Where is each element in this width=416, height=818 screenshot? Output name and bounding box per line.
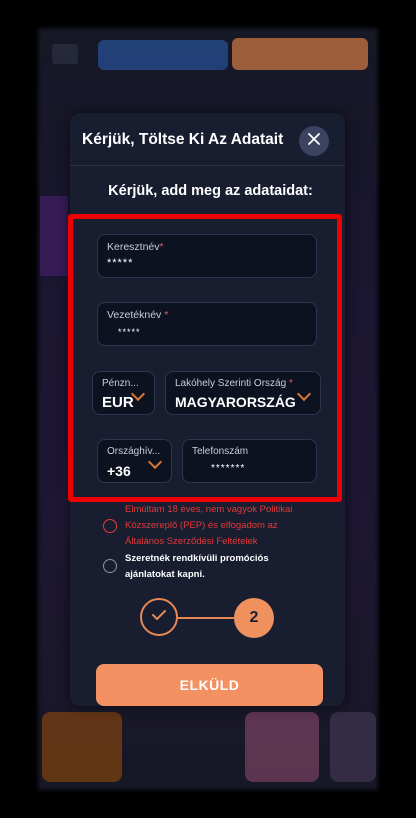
background-game-tile xyxy=(330,712,376,782)
close-button[interactable] xyxy=(299,126,329,156)
promo-consent-text: Szeretnék rendkívüli promóciós ajánlatok… xyxy=(125,553,269,580)
terms-consent-text: Elmúltam 18 éves, nem vagyok Politikai K… xyxy=(125,504,293,547)
modal-header: Kérjük, Töltse Ki Az Adatait xyxy=(70,113,345,166)
background-register-button xyxy=(232,38,368,70)
submit-button-label: ELKÜLD xyxy=(179,677,240,693)
validation-highlight-frame xyxy=(68,214,342,502)
step-1-completed xyxy=(140,598,178,636)
submit-button[interactable]: ELKÜLD xyxy=(96,664,323,706)
close-icon xyxy=(307,132,321,151)
modal-title: Kérjük, Töltse Ki Az Adatait xyxy=(82,131,284,148)
form-subtitle: Kérjük, add meg az adataidat: xyxy=(108,183,313,199)
step-2-current: 2 xyxy=(234,598,274,638)
step-2-label: 2 xyxy=(249,609,259,626)
background-banner xyxy=(40,196,68,276)
check-icon xyxy=(151,608,167,627)
stepper-connector xyxy=(178,617,234,619)
background-menu xyxy=(52,44,78,64)
background-game-tile xyxy=(245,712,319,782)
background-login-button xyxy=(98,40,228,70)
background-game-tile xyxy=(42,712,122,782)
terms-checkbox[interactable] xyxy=(103,519,117,533)
promo-checkbox[interactable] xyxy=(103,559,117,573)
